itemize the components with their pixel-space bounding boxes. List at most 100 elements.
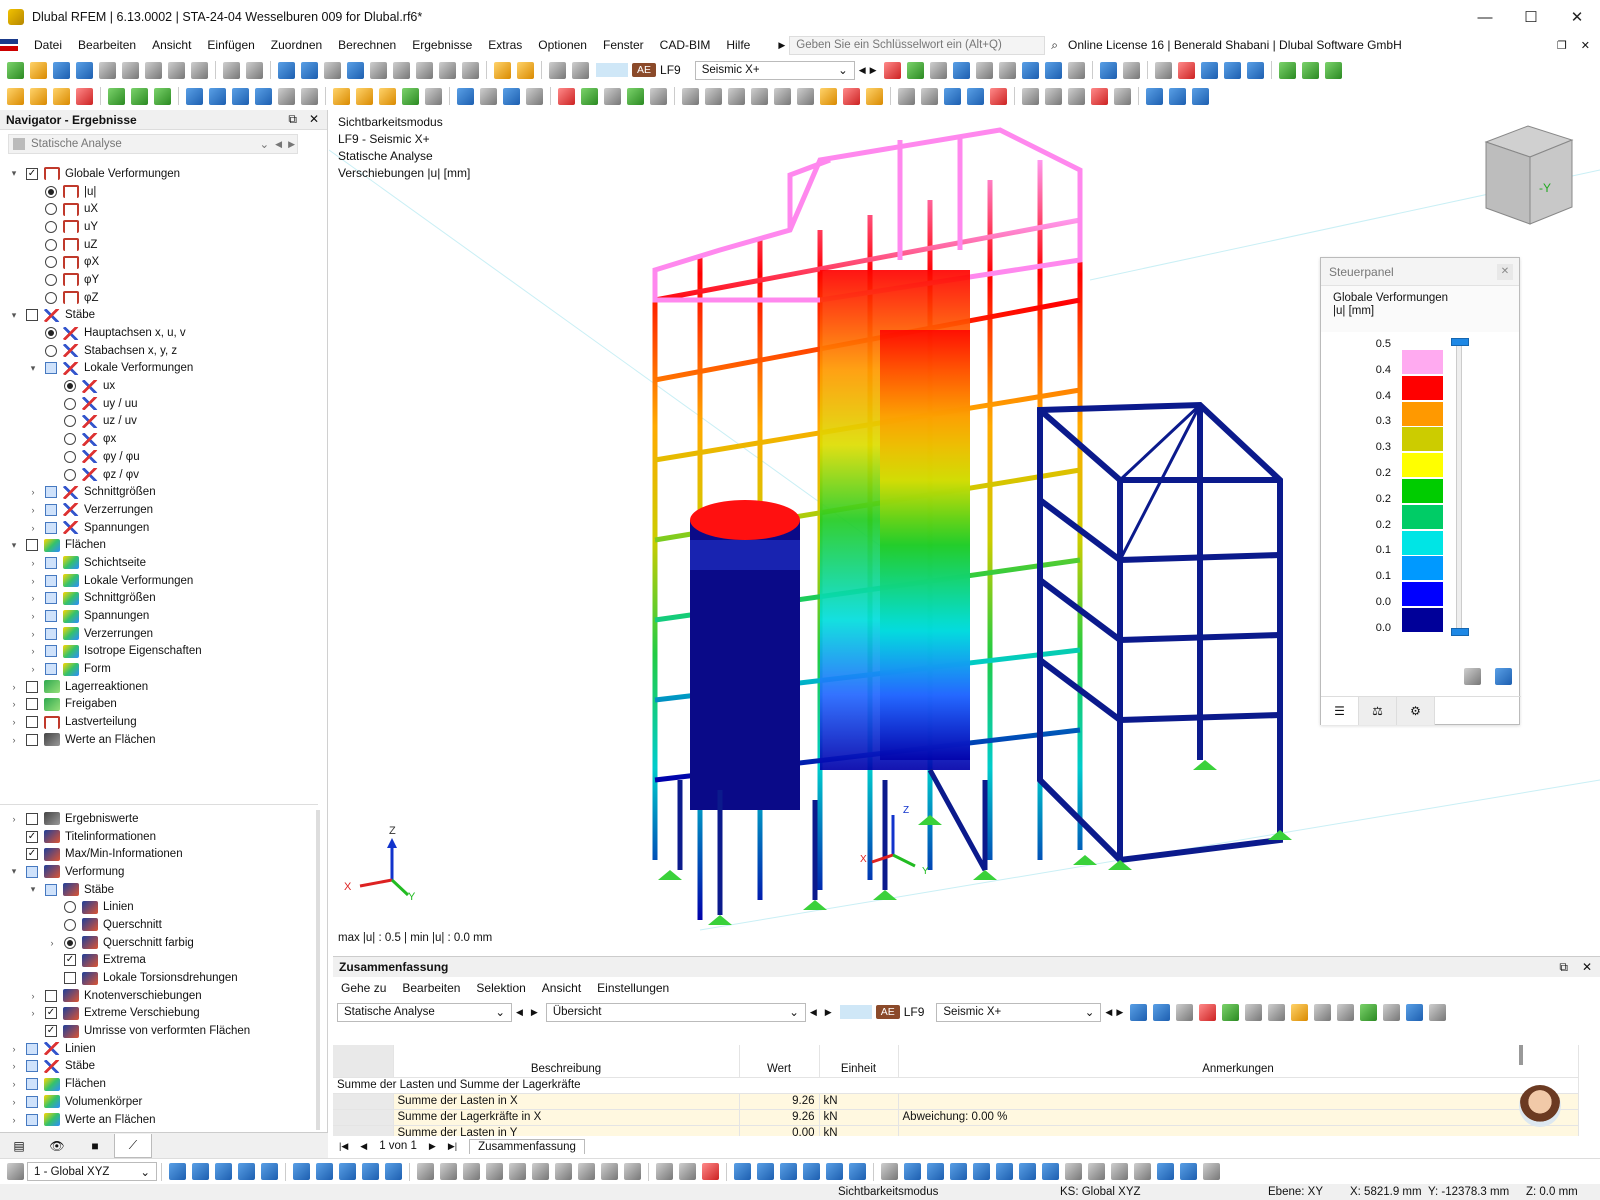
tree-item[interactable]: uy / uu [0, 395, 318, 413]
script-icon[interactable] [393, 61, 410, 79]
tree-item[interactable]: ▾ Stäbe [0, 307, 318, 325]
prev-loadcase-icon[interactable]: ◀ [859, 65, 866, 76]
checkbox[interactable] [45, 362, 57, 375]
chevron-down-icon[interactable]: ▾ [27, 884, 39, 895]
tree-item[interactable]: › ✓ Extreme Verschiebung [0, 1005, 318, 1023]
tree-item[interactable]: › Ergebniswerte [0, 810, 318, 828]
close-doc-icon[interactable]: ✕ [1581, 39, 1590, 52]
tab-views-icon[interactable]: ■ [76, 1134, 114, 1158]
menu-ansicht[interactable]: Ansicht [144, 38, 199, 52]
chevron-right-icon[interactable]: › [8, 1044, 20, 1054]
menu-fenster[interactable]: Fenster [595, 38, 652, 52]
align-6-icon[interactable] [797, 87, 814, 105]
language-flag-icon[interactable] [0, 39, 18, 51]
dimension-3-icon[interactable] [463, 1163, 480, 1180]
pointer-icon[interactable] [301, 87, 318, 105]
table-row[interactable]: Summe der Lasten in X 9.26 kN [333, 1093, 1579, 1110]
radio-button[interactable] [64, 450, 76, 463]
stack-3-icon[interactable] [1192, 87, 1209, 105]
tree-item[interactable]: › Isotrope Eigenschaften [0, 643, 318, 661]
solid-icon[interactable] [604, 87, 621, 105]
guide-3-icon[interactable] [702, 1163, 719, 1180]
radio-button[interactable] [45, 238, 57, 251]
select-window-icon[interactable] [209, 87, 226, 105]
summary-view-icon[interactable] [1176, 1003, 1194, 1021]
dimension-10-icon[interactable] [624, 1163, 641, 1180]
box-view-icon[interactable] [1200, 61, 1218, 79]
checkbox[interactable]: ✓ [26, 848, 38, 861]
legend-tab-icon[interactable]: ☰ [1321, 697, 1359, 725]
snap-grid-icon[interactable] [169, 1163, 186, 1180]
animation-icon[interactable] [1099, 61, 1117, 79]
menu-bearbeiten[interactable]: Bearbeiten [70, 38, 144, 52]
tree-item[interactable]: › Werte an Flächen [0, 731, 318, 749]
chevron-right-icon[interactable]: › [27, 576, 39, 586]
undo-icon[interactable] [223, 61, 240, 79]
plane-icon[interactable] [881, 1163, 898, 1180]
snap-toggle-8-icon[interactable] [1065, 1163, 1082, 1180]
view-cube[interactable]: -Y [1484, 125, 1574, 225]
draw-icon[interactable] [293, 1163, 310, 1180]
chevron-down-icon[interactable]: ▾ [8, 310, 20, 321]
summary-loadcase-combo[interactable]: Seismic X+ ⌄ [936, 1002, 1102, 1022]
view-icon[interactable] [1021, 61, 1039, 79]
snap-toggle-3-icon[interactable] [950, 1163, 967, 1180]
data-panel-icon[interactable] [278, 61, 295, 79]
search-icon[interactable]: ⌕ [1051, 38, 1058, 53]
tree-item[interactable]: uY [0, 218, 318, 236]
search-expand-icon[interactable]: ▶ [778, 40, 785, 51]
summary-settings-icon[interactable] [1383, 1003, 1401, 1021]
checkbox[interactable] [45, 627, 57, 640]
summary-menu-selection[interactable]: Selektion [476, 981, 525, 995]
summary-lc-next-icon[interactable]: ▶ [1116, 1007, 1123, 1018]
prev-page-icon[interactable]: ◀ [360, 1141, 367, 1152]
tree-item[interactable]: ▾ Lokale Verformungen [0, 360, 318, 378]
summary-scrollbar[interactable] [1519, 1045, 1523, 1065]
checkbox[interactable] [45, 645, 57, 658]
results-icon[interactable] [549, 61, 566, 79]
col-header-anmerkungen[interactable]: Anmerkungen [898, 1045, 1579, 1078]
checkbox[interactable] [45, 574, 57, 587]
prev-analysis-icon[interactable]: ◀ [275, 139, 282, 150]
radio-button[interactable] [64, 468, 76, 481]
chevron-right-icon[interactable]: › [27, 558, 39, 568]
report-icon[interactable] [168, 61, 185, 79]
chevron-right-icon[interactable]: › [27, 487, 39, 497]
dimension-6-icon[interactable] [532, 1163, 549, 1180]
chevron-right-icon[interactable]: › [27, 664, 39, 674]
snap-toggle-12-icon[interactable] [1157, 1163, 1174, 1180]
guide-icon[interactable] [425, 87, 442, 105]
slice-icon[interactable] [526, 87, 543, 105]
checkbox[interactable]: ✓ [26, 830, 38, 843]
tree-item[interactable]: φX [0, 253, 318, 271]
checkbox[interactable] [64, 972, 76, 985]
checkbox[interactable] [45, 556, 57, 569]
select-icon[interactable] [186, 87, 203, 105]
legend-slider-max-handle[interactable] [1451, 338, 1469, 346]
snap-object-icon[interactable] [192, 1163, 209, 1180]
assistant-avatar[interactable] [1519, 1085, 1561, 1127]
tree-item[interactable]: |u| [0, 183, 318, 201]
color-icon[interactable] [820, 87, 837, 105]
view-1-icon[interactable] [734, 1163, 751, 1180]
tree-item[interactable]: › Stäbe [0, 1058, 318, 1076]
snap-toggle-13-icon[interactable] [1180, 1163, 1197, 1180]
view-6-icon[interactable] [849, 1163, 866, 1180]
tree-item[interactable]: › Linien [0, 1040, 318, 1058]
checkbox[interactable] [26, 539, 38, 552]
minimize-button[interactable]: — [1462, 0, 1508, 34]
loadcase-combo[interactable]: Seismic X+ ⌄ [694, 60, 855, 80]
guide-1-icon[interactable] [656, 1163, 673, 1180]
tree-item[interactable]: φZ [0, 289, 318, 307]
render-mode-1-icon[interactable] [944, 87, 961, 105]
axis-x-icon[interactable] [1278, 61, 1296, 79]
radio-button[interactable] [45, 273, 57, 286]
checkbox[interactable]: ✓ [45, 1025, 57, 1038]
tree-item[interactable]: › Schnittgrößen [0, 483, 318, 501]
chevron-right-icon[interactable]: › [8, 735, 20, 745]
tree-item[interactable]: ✓ Max/Min-Informationen [0, 845, 318, 863]
tree-item[interactable]: Stabachsen x, y, z [0, 342, 318, 360]
chevron-down-icon[interactable]: ▾ [8, 540, 20, 551]
view-2-icon[interactable] [757, 1163, 774, 1180]
radio-button[interactable] [64, 936, 76, 949]
